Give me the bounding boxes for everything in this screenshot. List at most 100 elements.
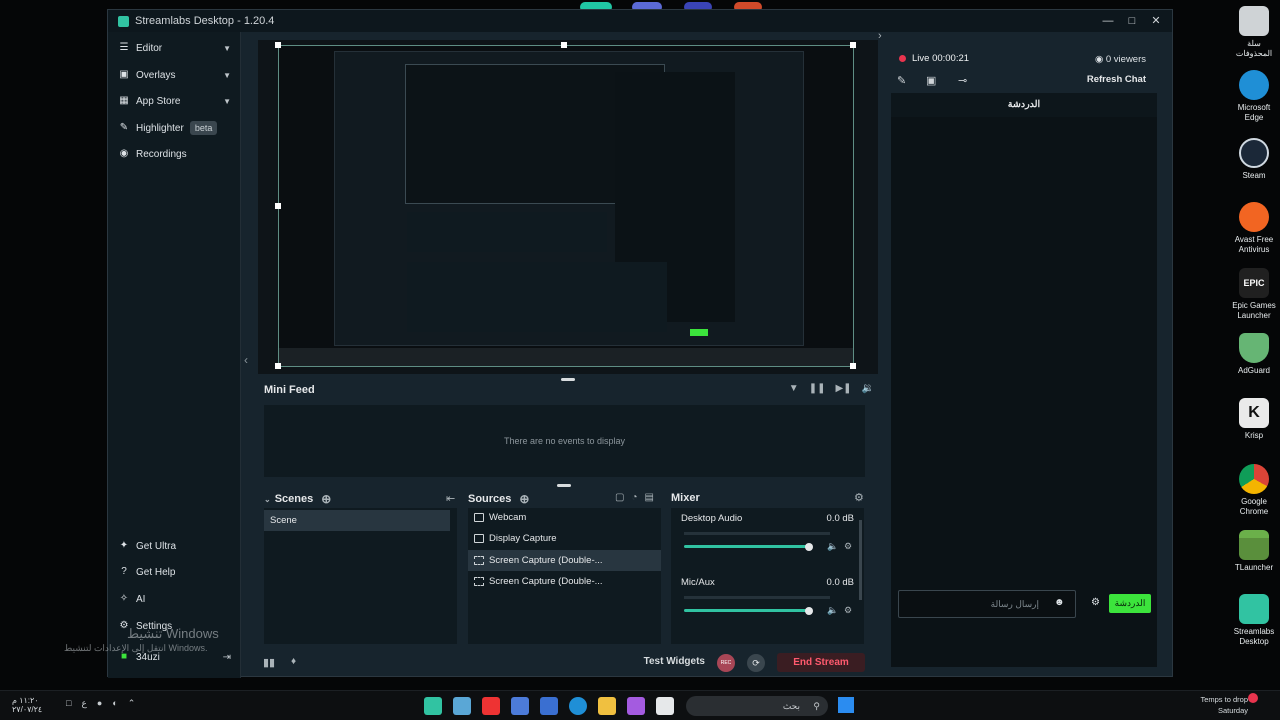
preview-taskbar xyxy=(279,348,853,366)
chevron-up-icon[interactable]: ⌃ xyxy=(128,698,136,709)
resize-bar[interactable] xyxy=(557,484,571,487)
speaker-icon[interactable]: 🔈 xyxy=(827,541,838,552)
chat-message-input[interactable]: إرسال رسالة xyxy=(898,590,1076,618)
taskbar-streamlabs-icon[interactable] xyxy=(424,697,442,715)
mixer-channel-db: 0.0 dB xyxy=(826,577,854,588)
desktop-icon-epic[interactable]: EPIC Epic Games Launcher xyxy=(1228,268,1280,321)
sidebar-item-ai[interactable]: ✧ AI xyxy=(108,586,241,612)
taskbar-app-icon[interactable] xyxy=(656,697,674,715)
resize-handle[interactable] xyxy=(275,203,281,209)
taskbar-explorer-icon[interactable] xyxy=(598,697,616,715)
mic-icon[interactable]: ● xyxy=(97,698,102,709)
sidebar-item-highlighter[interactable]: ✎ Highlighter beta xyxy=(108,115,241,141)
tray-icon[interactable]: □ xyxy=(66,698,71,709)
edit-icon[interactable]: ✎ xyxy=(897,74,906,87)
scene-transitions-icon[interactable]: ⇤ xyxy=(446,492,455,505)
maximize-icon[interactable]: □ xyxy=(1122,13,1142,29)
gear-icon[interactable]: ⚙ xyxy=(844,605,852,616)
taskbar-youtube-icon[interactable] xyxy=(482,697,500,715)
desktop-icon-adguard[interactable]: AdGuard xyxy=(1228,333,1280,376)
refresh-chat-button[interactable]: Refresh Chat xyxy=(1087,74,1146,85)
chat-settings-gear-icon[interactable]: ⚙ xyxy=(1091,597,1100,608)
sidebar: ☰ Editor ▼ ▣ Overlays ▼ ▦ App Store ▼ ✎ Highlig… xyxy=(108,32,241,678)
test-widgets-button[interactable]: Test Widgets xyxy=(644,656,705,667)
network-icon[interactable]: ◐ xyxy=(112,698,117,709)
volume-slider[interactable] xyxy=(684,609,810,612)
logout-icon[interactable]: ⇥ xyxy=(223,652,231,663)
desktop-icon-tlauncher[interactable]: TLauncher xyxy=(1228,530,1280,573)
mini-feed: Mini Feed ▼ ❚❚ ▶❚ 🔉 There are no events … xyxy=(264,380,874,480)
chat-send-button[interactable]: الدردشة xyxy=(1109,594,1151,613)
filter-icon[interactable]: ▼ xyxy=(789,383,799,394)
source-item-webcam[interactable]: Webcam xyxy=(468,507,661,528)
mixer-settings-gear-icon[interactable]: ⚙ xyxy=(854,491,864,504)
stream-preview[interactable] xyxy=(258,40,878,374)
sidebar-item-get-help[interactable]: ? Get Help xyxy=(108,559,241,585)
mini-feed-body: There are no events to display xyxy=(264,405,865,477)
minimize-icon[interactable]: — xyxy=(1098,13,1118,29)
collapse-sidebar-icon[interactable]: ‹ xyxy=(244,353,248,367)
add-source-icon[interactable]: ⊕ xyxy=(519,492,529,506)
replay-buffer-icon[interactable]: ⟳ xyxy=(747,654,765,672)
record-button[interactable]: REC xyxy=(717,654,735,672)
notification-bell-icon[interactable]: ♦ xyxy=(291,656,296,667)
windows-start-icon[interactable] xyxy=(838,697,854,713)
skip-icon[interactable]: ▶❚ xyxy=(835,383,851,394)
resize-handle[interactable] xyxy=(850,42,856,48)
chat-panel: Live 00:00:21 ◉ 0 viewers ✎ ▣ ⊸ Refresh … xyxy=(891,48,1161,678)
source-properties-icon[interactable]: ▢ xyxy=(615,492,624,503)
mute-icon[interactable]: 🔉 xyxy=(862,383,874,394)
emoji-icon[interactable]: ☻ xyxy=(1054,597,1065,608)
taskbar-edge-icon[interactable] xyxy=(569,697,587,715)
source-item-screen-capture[interactable]: Screen Capture (Double-... xyxy=(468,571,661,592)
sidebar-item-app-store[interactable]: ▦ App Store ▼ xyxy=(108,88,241,114)
sidebar-item-overlays[interactable]: ▣ Overlays ▼ xyxy=(108,62,241,88)
resize-handle[interactable] xyxy=(561,42,567,48)
overlays-icon: ▣ xyxy=(119,69,129,80)
volume-knob[interactable] xyxy=(805,543,813,551)
sidebar-item-recordings[interactable]: ◉ Recordings xyxy=(108,141,241,167)
desktop-icon-recycle-bin[interactable]: سلة المحذوفات xyxy=(1228,6,1280,59)
add-scene-icon[interactable]: ⊕ xyxy=(321,492,331,506)
desktop-icon-streamlabs[interactable]: Streamlabs Desktop xyxy=(1228,594,1280,647)
taskbar-app-icon[interactable] xyxy=(453,697,471,715)
camera-icon[interactable]: ▣ xyxy=(926,74,936,87)
share-icon[interactable]: ⊸ xyxy=(958,74,967,87)
desktop-icon-krisp[interactable]: K Krisp xyxy=(1228,398,1280,441)
edge-icon xyxy=(1239,70,1269,100)
gear-icon[interactable]: ⚙ xyxy=(844,541,852,552)
taskbar-app-icon[interactable] xyxy=(511,697,529,715)
speaker-muted-icon[interactable]: 🔈 xyxy=(827,605,838,616)
pause-icon[interactable]: ❚❚ xyxy=(809,383,826,394)
desktop-icon-avast[interactable]: Avast Free Antivirus xyxy=(1228,202,1280,255)
taskbar-app-icon[interactable] xyxy=(627,697,645,715)
desktop-icon-edge[interactable]: Microsoft Edge xyxy=(1228,70,1280,123)
resize-handle[interactable] xyxy=(275,363,281,369)
taskbar-search[interactable]: بحث ⚲ xyxy=(686,696,828,716)
folder-icon[interactable]: ▤ xyxy=(645,492,654,503)
desktop-icon-steam[interactable]: Steam xyxy=(1228,138,1280,181)
expand-chat-icon[interactable]: › xyxy=(878,30,882,42)
notification-badge xyxy=(1248,693,1258,703)
close-icon[interactable]: ✕ xyxy=(1146,13,1166,29)
scene-item[interactable]: Scene xyxy=(264,510,450,531)
mixer-header: Mixer xyxy=(671,492,700,504)
source-visibility-icon[interactable]: ◔ xyxy=(631,492,637,503)
taskbar-store-icon[interactable] xyxy=(540,697,558,715)
chat-tab[interactable]: الدردشة xyxy=(891,93,1157,117)
performance-stats-icon[interactable]: ▮▮ xyxy=(263,656,275,669)
monitor-icon xyxy=(474,534,484,543)
chevron-down-icon[interactable]: ⌄ xyxy=(264,495,271,504)
source-item-display-capture[interactable]: Display Capture xyxy=(468,528,661,549)
desktop-icon-chrome[interactable]: Google Chrome xyxy=(1228,464,1280,517)
sidebar-item-editor[interactable]: ☰ Editor ▼ xyxy=(108,35,241,61)
volume-slider[interactable] xyxy=(684,545,810,548)
windows-activation-hint: انتقل إلى الإعدادات لتنشيط Windows. xyxy=(64,643,208,653)
volume-knob[interactable] xyxy=(805,607,813,615)
resize-handle[interactable] xyxy=(850,363,856,369)
language-icon[interactable]: ع xyxy=(81,698,86,709)
end-stream-button[interactable]: End Stream xyxy=(777,653,865,672)
source-item-screen-capture[interactable]: Screen Capture (Double-... xyxy=(468,550,661,571)
sidebar-item-get-ultra[interactable]: ✦ Get Ultra xyxy=(108,533,241,559)
resize-handle[interactable] xyxy=(275,42,281,48)
